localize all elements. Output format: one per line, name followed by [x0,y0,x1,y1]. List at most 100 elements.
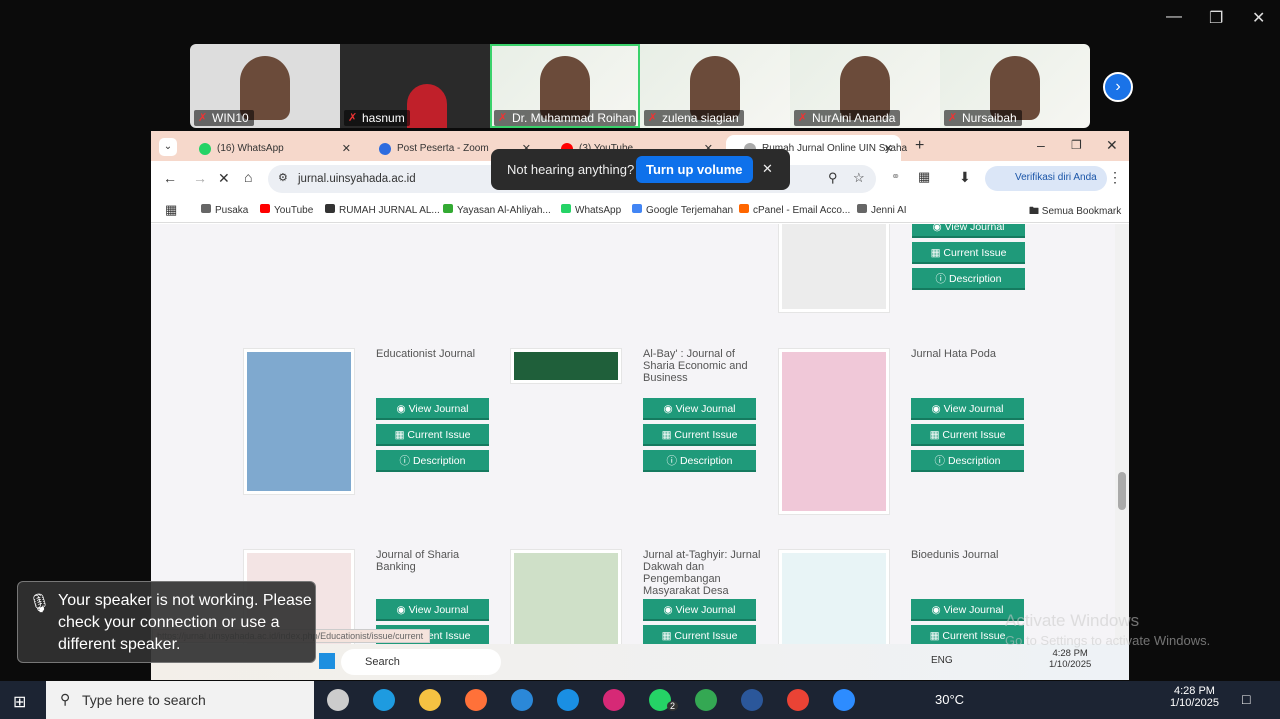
edge-icon[interactable] [373,689,395,711]
chrome-profile-icon[interactable] [787,689,809,711]
button-label: View Journal [675,604,736,616]
start-icon[interactable]: ⊞ [13,692,26,712]
new-tab-button[interactable]: + [915,137,924,155]
all-bookmarks[interactable]: 🖿 Semua Bookmark [1029,204,1121,221]
participant-tile[interactable]: ✗ Dr. Muhammad Roihan ... [490,44,640,128]
tab-search-button[interactable]: ⌄ [159,138,177,156]
bookmark-item[interactable]: cPanel - Email Acco... [739,204,850,216]
bookmark-icon [260,204,270,213]
windows-start-icon[interactable] [319,653,335,669]
journal-title[interactable]: Journal of Sharia Banking [376,549,496,573]
download-icon[interactable]: ⬇ [959,169,971,186]
view-button[interactable]: ◉ View Journal [643,599,756,621]
clock[interactable]: 4:28 PM 1/10/2025 [1170,685,1219,709]
journal-title[interactable]: Jurnal Hata Poda [911,348,1031,360]
taskbar-search[interactable]: Type here to search [46,681,314,719]
extension-icon[interactable]: ⚭ [891,170,900,183]
journal-cover[interactable] [510,549,622,644]
bookmark-item[interactable]: RUMAH JURNAL AL... [325,204,440,216]
participant-tile[interactable]: ✗ hasnum [340,44,490,128]
menu-icon[interactable]: ⋮ [1108,169,1122,186]
view-icon: ◉ [396,403,406,415]
description-button[interactable]: ⓘ Description [912,268,1025,290]
button-label: View Journal [675,403,736,415]
bookmark-item[interactable]: WhatsApp [561,204,621,216]
bookmark-star-icon[interactable]: ☆ [853,170,865,186]
current-icon: ▦ [930,247,941,259]
current-button[interactable]: ▦ Current Issue [643,424,756,446]
view-button[interactable]: ◉ View Journal [376,398,489,420]
browser-tab[interactable]: (16) WhatsApp ✕ [181,135,359,161]
site-info-icon[interactable]: ⚙ [278,171,288,184]
weather-temp[interactable]: 30°C [935,692,964,707]
description-icon: ⓘ [935,273,947,285]
bookmark-label: Pusaka [215,205,249,216]
stop-icon[interactable]: ✕ [218,170,230,187]
tab-close-icon[interactable]: ✕ [342,142,351,155]
description-button[interactable]: ⓘ Description [911,450,1024,472]
browser-minimize[interactable]: – [1037,137,1045,153]
scrollbar[interactable] [1115,224,1129,644]
journal-cover[interactable] [778,549,890,644]
button-label: Current Issue [943,247,1007,259]
journal-cover[interactable] [243,348,355,495]
home-icon[interactable]: ⌂ [244,169,252,185]
bookmark-item[interactable]: YouTube [260,204,313,216]
file-explorer-icon[interactable] [419,689,441,711]
remote-search-box[interactable]: Search [341,649,501,675]
turn-up-volume-button[interactable]: Turn up volume [636,156,753,183]
mail-icon[interactable] [557,689,579,711]
current-button[interactable]: ▦ Current Issue [376,424,489,446]
participant-tile[interactable]: ✗ Nursaibah [940,44,1090,128]
firefox-icon[interactable] [465,689,487,711]
view-button[interactable]: ◉ View Journal [643,398,756,420]
restore-button[interactable]: ❐ [1209,8,1223,28]
description-button[interactable]: ⓘ Description [376,450,489,472]
store-icon[interactable] [511,689,533,711]
journal-title[interactable]: Bioedunis Journal [911,549,1031,561]
current-button[interactable]: ▦ Current Issue [911,424,1024,446]
bookmark-item[interactable]: Yayasan Al-Ahliyah... [443,204,551,216]
forward-icon[interactable]: → [193,170,207,186]
participant-tile[interactable]: ✗ WIN10 [190,44,340,128]
zoom-icon[interactable]: ⚲ [828,170,838,186]
bookmark-item[interactable]: Jenni AI [857,204,907,216]
profile-button[interactable]: Verifikasi diri Anda [985,166,1107,191]
description-button[interactable]: ⓘ Description [643,450,756,472]
apps-icon[interactable]: ▦ [165,202,177,218]
chrome-icon[interactable] [695,689,717,711]
journal-cover[interactable] [510,348,622,384]
close-button[interactable]: ✕ [1252,8,1265,28]
journal-title[interactable]: Educationist Journal [376,348,496,360]
bookmark-item[interactable]: Pusaka [201,204,248,216]
browser-maximize[interactable]: ❐ [1071,138,1082,152]
word-icon[interactable] [741,689,763,711]
journal-title[interactable]: Jurnal at-Taghyir: Jurnal Dakwah dan Pen… [643,549,763,597]
journal-cover[interactable] [778,348,890,515]
view-button[interactable]: ◉ View Journal [912,224,1025,238]
tab-close-icon[interactable]: ✕ [884,142,893,155]
browser-close[interactable]: ✕ [1106,137,1118,154]
minimize-button[interactable]: — [1166,8,1182,26]
view-button[interactable]: ◉ View Journal [911,398,1024,420]
task-view-icon[interactable] [327,689,349,711]
back-icon[interactable]: ← [163,170,177,186]
next-participants-button[interactable]: › [1103,72,1133,102]
description-icon: ⓘ [399,455,411,467]
scrollbar-thumb[interactable] [1118,472,1126,510]
extensions-puzzle-icon[interactable]: ▦ [918,169,930,185]
toast-close-icon[interactable]: ✕ [762,161,773,177]
journal-cover[interactable] [778,224,890,313]
current-button[interactable]: ▦ Current Issue [643,625,756,644]
view-button[interactable]: ◉ View Journal [376,599,489,621]
bookmark-label: cPanel - Email Acco... [753,205,851,216]
current-button[interactable]: ▦ Current Issue [912,242,1025,264]
participant-tile[interactable]: ✗ zulena siagian [640,44,790,128]
instagram-icon[interactable] [603,689,625,711]
search-icon: ⚲ [60,691,71,707]
journal-title[interactable]: Al-Bay' : Journal of Sharia Economic and… [643,348,763,384]
bookmark-item[interactable]: Google Terjemahan [632,204,733,216]
zoom-app-icon[interactable] [833,689,855,711]
participant-tile[interactable]: ✗ NurAini Ananda [790,44,940,128]
notification-icon[interactable]: □ [1242,691,1250,707]
